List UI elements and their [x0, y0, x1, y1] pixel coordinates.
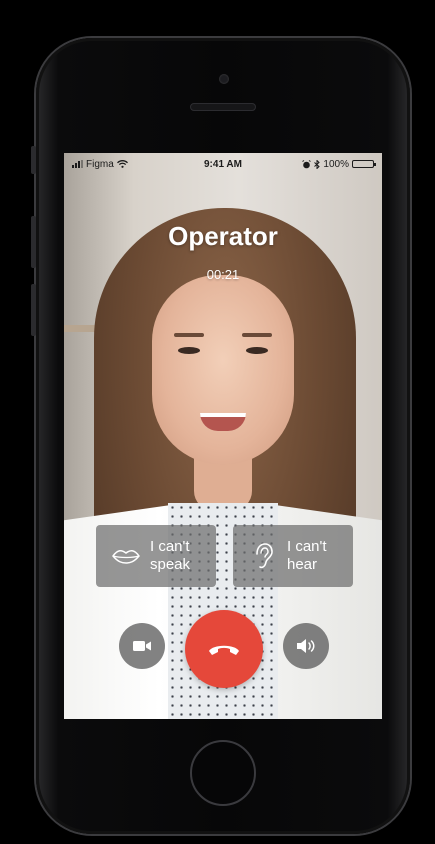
- speaker-icon: [297, 639, 315, 653]
- cant-speak-label-line1: I can't: [150, 538, 190, 555]
- caller-mouth: [200, 413, 246, 431]
- battery-percent: 100%: [323, 158, 349, 170]
- lips-icon: [106, 536, 146, 576]
- home-button[interactable]: [190, 740, 256, 806]
- cant-speak-label-line2: speak: [150, 556, 191, 573]
- volume-up-button: [31, 216, 36, 268]
- mute-switch: [31, 146, 36, 174]
- video-toggle-button[interactable]: [119, 623, 165, 669]
- end-call-button[interactable]: [185, 610, 263, 688]
- call-duration: 00:21: [206, 267, 240, 282]
- ear-icon: [243, 536, 283, 576]
- video-camera-icon: [133, 641, 151, 651]
- caller-face: [152, 275, 294, 465]
- battery-icon: [352, 160, 376, 168]
- volume-down-button: [31, 284, 36, 336]
- right-eye: [246, 347, 268, 354]
- cant-speak-button[interactable]: I can't speak: [96, 525, 216, 587]
- front-camera: [219, 74, 229, 84]
- bluetooth-icon: [314, 159, 321, 169]
- cant-hear-button[interactable]: I can't hear: [233, 525, 353, 587]
- earpiece-speaker: [190, 103, 256, 111]
- right-brow: [242, 333, 272, 337]
- left-brow: [174, 333, 204, 337]
- call-screen: Figma 9:41 AM 100% Operator 00:21 I can'…: [64, 153, 382, 719]
- cant-hear-label-line2: hear: [287, 556, 318, 573]
- hang-up-icon: [209, 645, 239, 655]
- status-bar: Figma 9:41 AM 100%: [64, 153, 382, 175]
- alarm-icon: [302, 159, 312, 168]
- cant-hear-label-line1: I can't: [287, 538, 327, 555]
- left-eye: [178, 347, 200, 354]
- speaker-toggle-button[interactable]: [283, 623, 329, 669]
- caller-name: Operator: [168, 221, 278, 251]
